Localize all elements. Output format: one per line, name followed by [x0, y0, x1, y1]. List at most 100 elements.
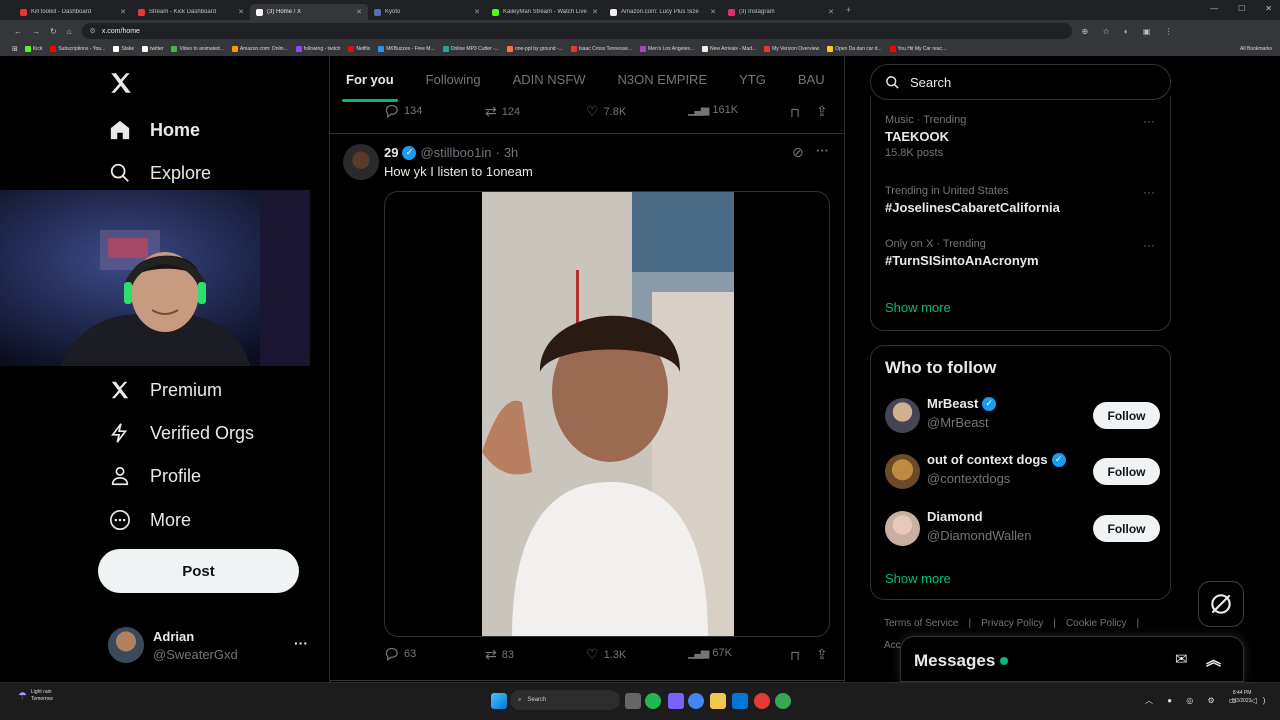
- bookmark-item[interactable]: Open Da dan car d...: [827, 46, 882, 52]
- address-bar[interactable]: ⚙ x.com/home: [81, 23, 1072, 39]
- expand-icon[interactable]: ︽: [1206, 649, 1221, 670]
- file-explorer-icon[interactable]: [710, 693, 726, 709]
- trend-item[interactable]: Trending in United States #JoselinesCabar…: [885, 185, 1155, 215]
- trend-item[interactable]: Music · Trending TAEKOOK 15.8K posts ···: [885, 114, 1155, 159]
- feed-tab[interactable]: N3ON EMPIRE: [602, 56, 724, 102]
- bookmark-item[interactable]: MKBuzzes - Free M...: [378, 46, 435, 52]
- tab-close-icon[interactable]: ✕: [710, 8, 716, 16]
- start-icon[interactable]: [491, 693, 507, 709]
- tab-close-icon[interactable]: ✕: [120, 8, 126, 16]
- like-action[interactable]: ♡ 1.3K: [586, 646, 626, 663]
- feed-tab[interactable]: BAU: [782, 56, 841, 102]
- suggestion-name[interactable]: out of context dogs: [927, 452, 1048, 467]
- share-icon[interactable]: ⇪: [816, 646, 828, 663]
- taskbar-search[interactable]: ⌕ Search: [510, 690, 620, 710]
- feed-tab[interactable]: YTG: [723, 56, 782, 102]
- bookmark-item[interactable]: one-ppt by ground -...: [506, 46, 563, 52]
- feed-tab[interactable]: For you: [330, 56, 410, 102]
- maximize-icon[interactable]: ☐: [1238, 4, 1245, 13]
- app-icon-2[interactable]: [754, 693, 770, 709]
- suggestion-avatar[interactable]: [885, 511, 920, 546]
- bookmark-item[interactable]: You Hit My Car reac...: [889, 46, 946, 52]
- tweet-author-avatar[interactable]: [343, 144, 379, 180]
- store-icon[interactable]: [732, 693, 748, 709]
- browser-tab[interactable]: Kyoto ✕: [368, 4, 486, 20]
- trend-item[interactable]: Only on X · Trending #TurnSISintoAnAcrony…: [885, 238, 1155, 268]
- site-info-icon[interactable]: ⚙: [90, 27, 96, 35]
- trends-show-more[interactable]: Show more: [885, 300, 951, 315]
- account-switcher[interactable]: Adrian @SweaterGxd ···: [108, 627, 318, 663]
- like-action[interactable]: ♡ 7.8K: [586, 103, 626, 120]
- suggestion-name[interactable]: Diamond: [927, 509, 983, 524]
- tweet-author-name[interactable]: 29: [384, 145, 398, 160]
- bookmark-item[interactable]: Stake: [113, 46, 134, 52]
- bookmark-item[interactable]: Men's Los Angeles...: [640, 46, 694, 52]
- nav-home[interactable]: Home: [108, 118, 200, 142]
- follow-suggestion[interactable]: Diamond @DiamondWallen Follow: [885, 509, 1160, 549]
- follow-button[interactable]: Follow: [1093, 458, 1160, 485]
- bookmark-item[interactable]: twitter: [142, 46, 163, 52]
- suggestion-avatar[interactable]: [885, 454, 920, 489]
- tweet-more-icon[interactable]: ···: [816, 143, 829, 158]
- chrome-alt-icon[interactable]: [775, 693, 791, 709]
- suggestion-avatar[interactable]: [885, 398, 920, 433]
- browser-tab[interactable]: Amazon.com: Lucy Plus Size ✕: [604, 4, 722, 20]
- tab-close-icon[interactable]: ✕: [356, 8, 362, 16]
- views-action[interactable]: ▁▃▅ 161K: [688, 103, 738, 117]
- browser-tab[interactable]: Kill toolkit - Dashboard ✕: [14, 4, 132, 20]
- nav-explore[interactable]: Explore: [108, 161, 211, 185]
- bookmark-icon[interactable]: ⊓: [790, 648, 800, 664]
- back-icon[interactable]: ←: [14, 27, 22, 36]
- bookmark-icon[interactable]: ⊓: [790, 105, 800, 121]
- browser-tab[interactable]: KaileyMan Stream - Watch Live ✕: [486, 4, 604, 20]
- follow-suggestion[interactable]: out of context dogs ✓ @contextdogs Follow: [885, 452, 1160, 492]
- spotify-icon[interactable]: [645, 693, 661, 709]
- share-icon[interactable]: ⇪: [816, 103, 828, 120]
- trend-more-icon[interactable]: ···: [1143, 238, 1155, 252]
- privacy-link[interactable]: Privacy Policy: [981, 618, 1043, 629]
- chrome-icon[interactable]: [688, 693, 704, 709]
- repost-action[interactable]: ⇄ 83: [485, 646, 514, 663]
- weather-widget[interactable]: ☂ Light rain Tomorrow: [18, 689, 53, 703]
- nav-profile[interactable]: Profile: [108, 464, 201, 488]
- home-icon[interactable]: ⌂: [67, 27, 72, 36]
- follow-button[interactable]: Follow: [1093, 515, 1160, 542]
- bookmark-item[interactable]: My Verizon Overview: [764, 46, 819, 52]
- bookmark-item[interactable]: Netflix: [348, 46, 370, 52]
- app-icon[interactable]: [668, 693, 684, 709]
- bookmark-item[interactable]: New Arrivals - Mad...: [702, 46, 756, 52]
- tweet-media[interactable]: [384, 191, 830, 637]
- messages-drawer[interactable]: Messages ✉ ︽: [900, 636, 1244, 682]
- tab-close-icon[interactable]: ✕: [592, 8, 598, 16]
- cookie-link[interactable]: Cookie Policy: [1066, 618, 1127, 629]
- reply-action[interactable]: 134: [384, 103, 422, 118]
- feed-tab[interactable]: ADIN NSFW: [497, 56, 602, 102]
- browser-tab[interactable]: (3) Home / X ✕: [250, 4, 368, 20]
- feed-tab[interactable]: Following: [410, 56, 497, 102]
- tab-close-icon[interactable]: ✕: [474, 8, 480, 16]
- new-message-icon[interactable]: ✉: [1175, 650, 1188, 668]
- apps-icon[interactable]: ⊞: [12, 45, 18, 53]
- forward-icon[interactable]: →: [32, 27, 40, 36]
- system-tray-icons[interactable]: ︿ ● ◎ ⚙ ▭ ◁): [1145, 695, 1271, 706]
- trend-more-icon[interactable]: ···: [1143, 114, 1155, 128]
- all-bookmarks[interactable]: All Bookmarks: [1240, 46, 1272, 52]
- grok-button[interactable]: [1198, 581, 1244, 627]
- nav-premium[interactable]: Premium: [108, 378, 222, 402]
- bookmark-item[interactable]: Amazon.com: Onlin...: [231, 46, 288, 52]
- grok-icon[interactable]: ⊘: [792, 144, 804, 161]
- close-window-icon[interactable]: ✕: [1265, 4, 1272, 13]
- new-tab-button[interactable]: +: [846, 5, 851, 15]
- task-view-icon[interactable]: [625, 693, 641, 709]
- bookmark-item[interactable]: Online MP3 Cutter -...: [442, 46, 499, 52]
- repost-action[interactable]: ⇄ 124: [485, 103, 520, 120]
- tweet-author-handle[interactable]: @stillboo1in: [420, 145, 491, 160]
- nav-more[interactable]: More: [108, 508, 191, 532]
- clock[interactable]: 8:44 PM 8/3/2023: [1232, 689, 1251, 705]
- nav-verified-orgs[interactable]: Verified Orgs: [108, 421, 254, 445]
- browser-tab[interactable]: Stream - Kick Dashboard ✕: [132, 4, 250, 20]
- follow-button[interactable]: Follow: [1093, 402, 1160, 429]
- post-button[interactable]: Post: [98, 549, 299, 593]
- bookmark-item[interactable]: following - twitch: [295, 46, 340, 52]
- tweet-time[interactable]: 3h: [504, 145, 518, 160]
